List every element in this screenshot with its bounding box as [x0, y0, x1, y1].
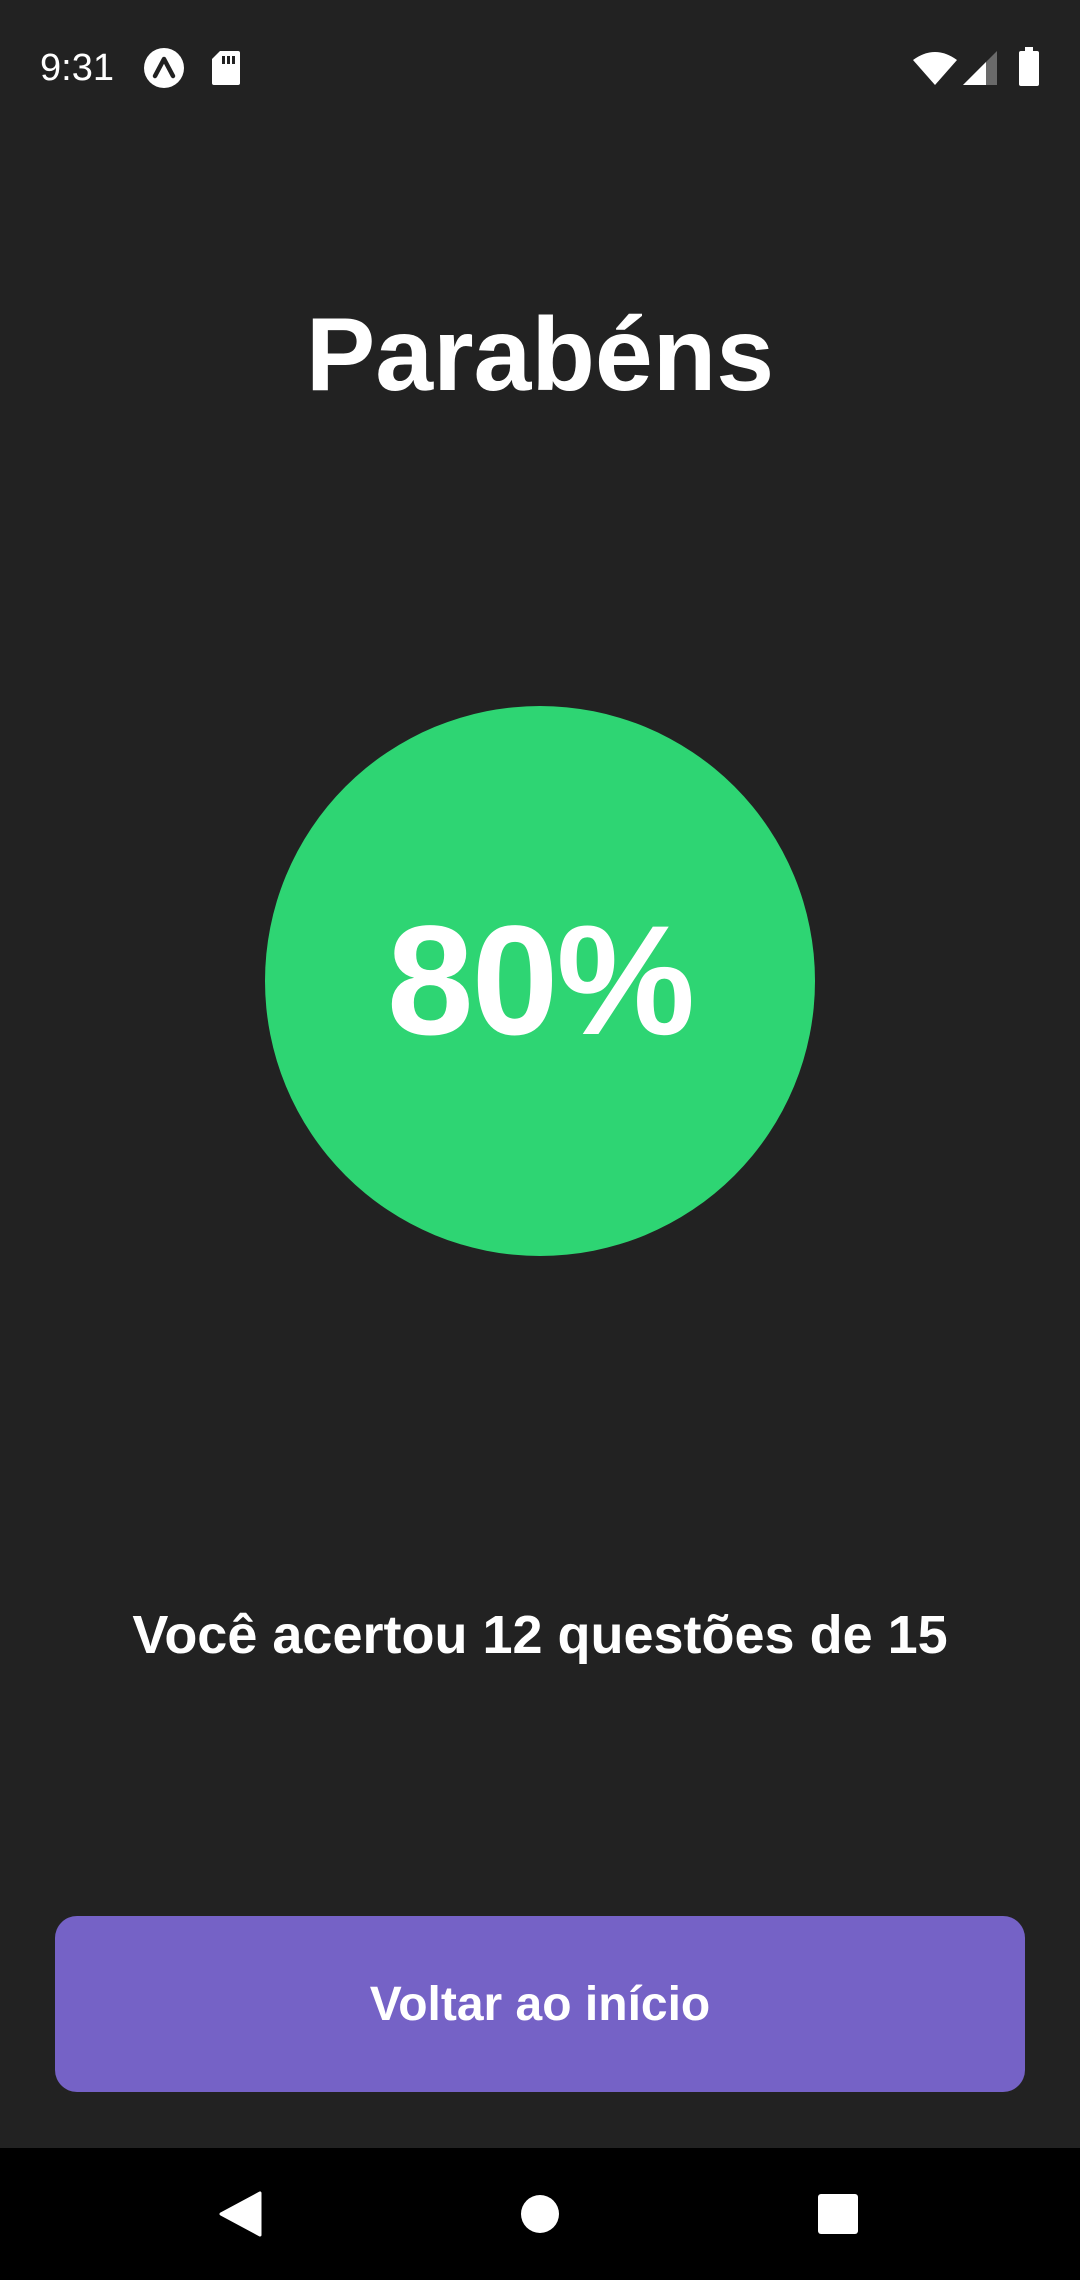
home-icon[interactable]: [510, 2184, 570, 2244]
result-summary: Você acertou 12 questões de 15: [132, 1605, 948, 1665]
status-time: 9:31: [40, 47, 114, 89]
expo-icon: [143, 47, 185, 89]
score-percentage: 80%: [386, 894, 695, 1068]
signal-icon: [962, 50, 998, 86]
back-home-button-label: Voltar ao início: [369, 1977, 711, 2031]
sd-card-icon: [211, 50, 241, 86]
recents-icon[interactable]: [808, 2184, 868, 2244]
navigation-bar: [0, 2148, 1080, 2280]
back-home-button[interactable]: Voltar ao início: [55, 1916, 1025, 2092]
battery-icon: [1018, 47, 1040, 87]
back-icon[interactable]: [210, 2184, 270, 2244]
score-circle: 80%: [265, 706, 815, 1256]
status-bar: 9:31: [0, 0, 1080, 136]
wifi-icon: [912, 50, 958, 86]
page-title: Parabéns: [305, 297, 775, 413]
